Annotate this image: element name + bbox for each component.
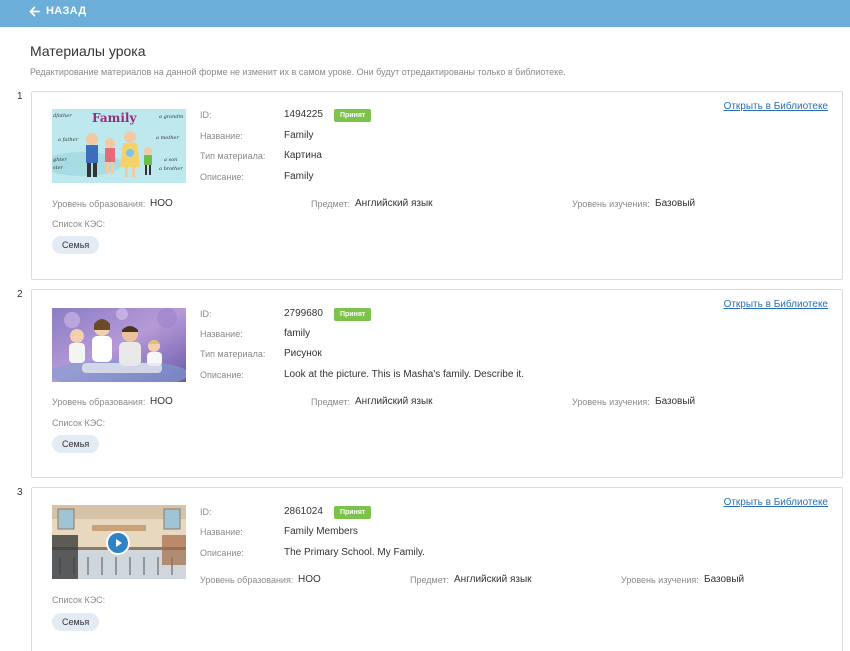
status-badge: Принят <box>334 308 372 321</box>
svg-text:ghter: ghter <box>53 157 67 163</box>
status-badge: Принят <box>334 109 372 122</box>
name-value: Family Members <box>284 526 358 537</box>
kes-label: Список КЭС: <box>52 595 106 605</box>
subject-value: Английский язык <box>355 396 433 407</box>
kes-label: Список КЭС: <box>52 219 106 229</box>
type-value: Картина <box>284 150 322 161</box>
name-label: Название: <box>200 527 243 537</box>
material-card: Открыть в Библиотеке ID: 2861024 Принят … <box>31 487 843 651</box>
id-value: 2861024 <box>284 506 323 517</box>
kes-tag[interactable]: Семья <box>52 613 100 631</box>
name-label: Название: <box>200 329 243 339</box>
name-value: Family <box>284 130 314 141</box>
edu-level-value: НОО <box>150 396 173 407</box>
arrow-left-icon <box>29 6 40 16</box>
description-label: Описание: <box>200 548 244 558</box>
description-value: Look at the picture. This is Masha's fam… <box>284 369 524 380</box>
subject-label: Предмет: <box>410 575 450 585</box>
top-bar: НАЗАД <box>0 0 850 27</box>
svg-text:a brother: a brother <box>159 166 183 172</box>
type-label: Тип материала: <box>200 151 266 161</box>
id-value: 1494225 <box>284 109 323 120</box>
svg-text:dfather: dfather <box>53 113 72 119</box>
id-label: ID: <box>200 507 212 517</box>
subject-value: Английский язык <box>355 198 433 209</box>
material-thumbnail[interactable] <box>52 505 186 579</box>
study-level-label: Уровень изучения: <box>621 575 699 585</box>
thumb-title: Family <box>92 111 137 125</box>
item-number: 2 <box>17 289 23 300</box>
item-number: 1 <box>17 91 23 102</box>
subject-label: Предмет: <box>311 397 351 407</box>
description-value: Family <box>284 171 314 182</box>
play-icon[interactable] <box>106 531 130 555</box>
material-card: Family dfather a grandm a father a mothe… <box>31 91 843 280</box>
open-library-link[interactable]: Открыть в Библиотеке <box>724 101 828 112</box>
back-label: НАЗАД <box>46 5 87 17</box>
edu-level-value: НОО <box>150 198 173 209</box>
edu-level-value: НОО <box>298 574 321 585</box>
id-label: ID: <box>200 309 212 319</box>
page-title: Материалы урока <box>30 43 146 59</box>
material-thumbnail[interactable]: Family dfather a grandm a father a mothe… <box>52 109 186 183</box>
study-level-label: Уровень изучения: <box>572 199 650 209</box>
id-value: 2799680 <box>284 308 323 319</box>
kes-label: Список КЭС: <box>52 418 106 428</box>
kes-tag[interactable]: Семья <box>52 236 100 254</box>
svg-text:a grandm: a grandm <box>159 114 184 120</box>
item-number: 3 <box>17 487 23 498</box>
status-badge: Принят <box>334 506 372 519</box>
type-value: Рисунок <box>284 348 322 359</box>
material-thumbnail[interactable] <box>52 308 186 382</box>
description-label: Описание: <box>200 370 244 380</box>
study-level-label: Уровень изучения: <box>572 397 650 407</box>
svg-text:a mother: a mother <box>156 135 180 141</box>
svg-text:a son: a son <box>164 157 177 163</box>
edu-level-label: Уровень образования: <box>52 199 146 209</box>
svg-text:a father: a father <box>58 137 79 143</box>
subject-value: Английский язык <box>454 574 532 585</box>
study-level-value: Базовый <box>655 396 696 407</box>
edu-level-label: Уровень образования: <box>52 397 146 407</box>
description-value: The Primary School. My Family. <box>284 547 425 558</box>
id-label: ID: <box>200 110 212 120</box>
kes-tag[interactable]: Семья <box>52 435 100 453</box>
material-card: Открыть в Библиотеке ID: 2799680 Принят … <box>31 289 843 478</box>
back-button[interactable]: НАЗАД <box>29 5 86 17</box>
study-level-value: Базовый <box>655 198 696 209</box>
open-library-link[interactable]: Открыть в Библиотеке <box>724 299 828 310</box>
page-subtitle: Редактирование материалов на данной форм… <box>30 67 566 77</box>
description-label: Описание: <box>200 172 244 182</box>
name-value: family <box>284 328 311 339</box>
study-level-value: Базовый <box>704 574 745 585</box>
svg-text:ster: ster <box>53 165 64 171</box>
name-label: Название: <box>200 131 243 141</box>
edu-level-label: Уровень образования: <box>200 575 294 585</box>
type-label: Тип материала: <box>200 349 266 359</box>
subject-label: Предмет: <box>311 199 351 209</box>
open-library-link[interactable]: Открыть в Библиотеке <box>724 497 828 508</box>
